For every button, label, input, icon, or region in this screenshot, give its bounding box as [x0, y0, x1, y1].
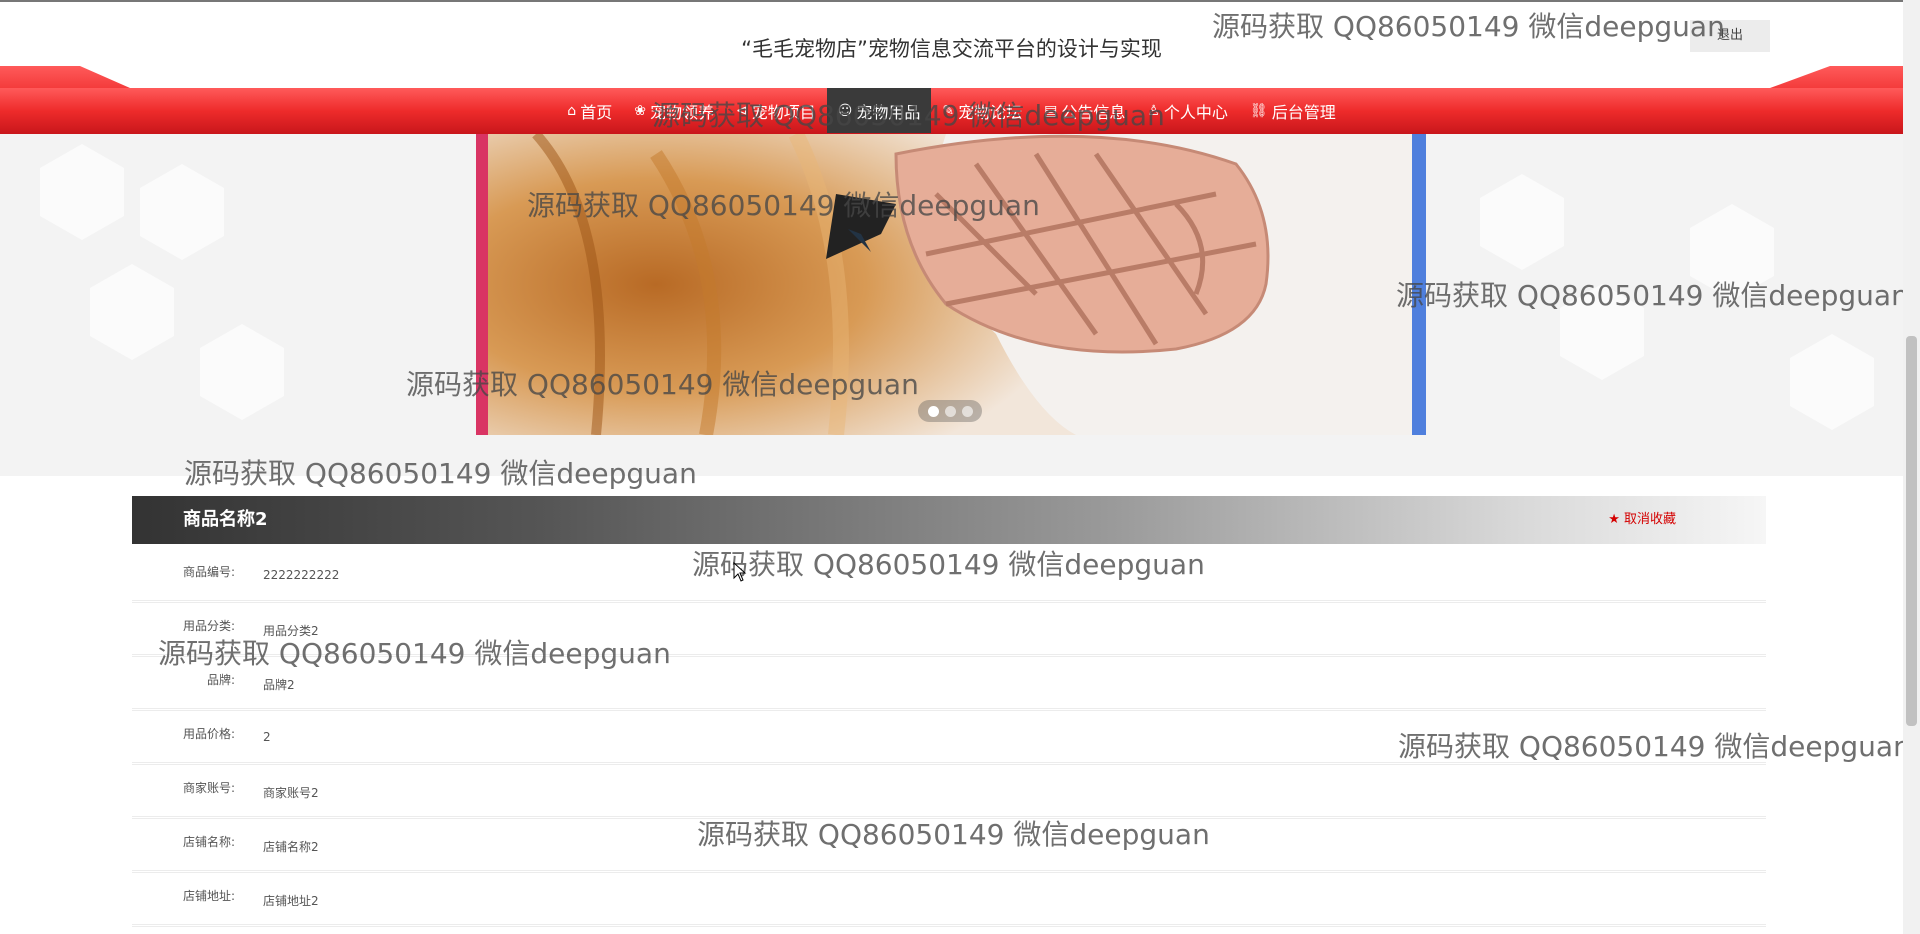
logout-button[interactable]: 退出 [1690, 20, 1770, 52]
field-value: 店铺地址2 [263, 894, 319, 908]
field-value: 2222222222 [263, 568, 340, 582]
field-label: 店铺地址: [182, 889, 235, 903]
bg-hex [1790, 334, 1874, 430]
bg-hex [200, 324, 284, 420]
notice-icon: ▤ [1044, 102, 1058, 119]
bg-hex [1690, 204, 1774, 300]
field-label: 商品编号: [182, 565, 235, 579]
bg-hex [1480, 174, 1564, 270]
dog-muzzle-image [476, 134, 1426, 435]
field-value: 店铺名称2 [263, 840, 319, 854]
field-value: 用品分类2 [263, 624, 319, 638]
banner-slide[interactable] [476, 134, 1426, 435]
product-title: 商品名称2 [183, 509, 268, 530]
nav-item-label: 宠物项目 [751, 102, 816, 122]
field-value: 2 [263, 730, 271, 744]
site-title: “毛毛宠物店”宠物信息交流平台的设计与实现 [741, 37, 1162, 61]
carousel-dots [918, 400, 982, 422]
tag-icon: ⊲ [735, 102, 748, 119]
banner-carousel [0, 134, 1903, 476]
field-label: 用品分类: [182, 619, 235, 633]
field-label: 店铺名称: [182, 835, 235, 849]
cancel-favorite-label: 取消收藏 [1623, 512, 1676, 527]
product-detail-header: 商品名称2 ★ 取消收藏 [132, 496, 1766, 544]
nav-item-label: 后台管理 [1271, 102, 1336, 122]
main-nav: ⌂ 首页 ❀ 宠物领养 ⊲ 宠物项目 ☺ 宠物用品 ✎ 宠物论坛 ▤ 公告信息 ♙ 个人中心 ⛓ 后台管理 [0, 66, 1903, 134]
nav-item[interactable]: ❀ 宠物领养 [623, 88, 725, 133]
field-row: 店铺地址: 店铺地址2 [132, 872, 1766, 927]
nav-item[interactable]: ⛓ 后台管理 [1239, 88, 1347, 133]
field-label: 商家账号: [182, 781, 235, 795]
field-row: 用品价格: 2 [132, 710, 1766, 765]
nav-item-label: 宠物用品 [856, 102, 921, 122]
nav-item[interactable]: ⊲ 宠物项目 [725, 88, 827, 133]
field-row: 店铺名称: 店铺名称2 [132, 818, 1766, 873]
field-row: 商品编号: 2222222222 [132, 548, 1766, 603]
star-icon: ★ [1608, 512, 1620, 527]
nav-item-label: 宠物论坛 [958, 102, 1023, 122]
nav-item-label: 个人中心 [1163, 102, 1228, 122]
nav-item[interactable]: ⌂ 首页 [556, 88, 623, 133]
bg-hex [1560, 284, 1644, 380]
cancel-favorite-button[interactable]: ★ 取消收藏 [1608, 496, 1676, 544]
mouse-cursor-icon [733, 562, 747, 582]
forum-icon: ✎ [942, 102, 955, 119]
nav-item-label: 公告信息 [1061, 102, 1126, 122]
carousel-dot[interactable] [944, 405, 956, 417]
field-value: 品牌2 [263, 678, 295, 692]
nav-item[interactable]: ☺ 宠物用品 [826, 88, 932, 133]
nav-item-label: 宠物领养 [649, 102, 714, 122]
field-row: 用品分类: 用品分类2 [132, 602, 1766, 657]
nav-item[interactable]: ▤ 公告信息 [1033, 88, 1136, 133]
scrollbar-thumb[interactable] [1906, 336, 1917, 726]
field-label: 用品价格: [182, 727, 235, 741]
bg-hex [40, 144, 124, 240]
field-label: 品牌: [206, 673, 235, 687]
nav-item-label: 首页 [580, 102, 613, 122]
bg-hex [140, 164, 224, 260]
link-icon: ⛓ [1249, 102, 1268, 119]
carousel-dot[interactable] [927, 405, 939, 417]
nav-item[interactable]: ✎ 宠物论坛 [931, 88, 1033, 133]
user-icon: ♙ [1147, 102, 1160, 119]
carousel-dot[interactable] [961, 405, 973, 417]
nav-items: ⌂ 首页 ❀ 宠物领养 ⊲ 宠物项目 ☺ 宠物用品 ✎ 宠物论坛 ▤ 公告信息 ♙ 个人中心 ⛓ 后台管理 [0, 88, 1903, 133]
slide-right-accent [1412, 134, 1426, 435]
slide-left-accent [476, 134, 488, 435]
field-row: 品牌: 品牌2 [132, 656, 1766, 711]
chat-icon: ☺ [837, 102, 853, 119]
field-value: 商家账号2 [263, 786, 319, 800]
home-icon: ⌂ [567, 102, 577, 119]
paw-icon: ❀ [634, 102, 646, 119]
bg-hex [90, 264, 174, 360]
nav-item[interactable]: ♙ 个人中心 [1136, 88, 1239, 133]
field-row: 商家账号: 商家账号2 [132, 764, 1766, 819]
